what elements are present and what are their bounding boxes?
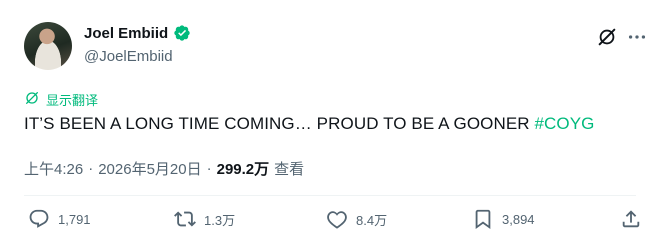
author-name-row: Joel Embiid — [84, 24, 191, 42]
tweet-date[interactable]: 2026年5月20日 — [98, 158, 201, 179]
meta-separator: · — [88, 160, 94, 177]
reply-button[interactable]: 1,791 — [28, 208, 91, 230]
views-count: 299.2万 — [216, 161, 270, 178]
meta-separator: · — [206, 160, 212, 177]
show-translation-label: 显示翻译 — [46, 93, 99, 108]
show-translation-link[interactable]: 显示翻译 — [24, 90, 98, 109]
translate-icon — [24, 90, 40, 109]
retweet-button[interactable]: 1.3万 — [174, 208, 235, 230]
author-name[interactable]: Joel Embiid — [84, 25, 168, 42]
views-label: 查看 — [274, 161, 305, 178]
retweet-icon — [174, 208, 196, 230]
bookmark-count: 3,894 — [502, 211, 535, 227]
reply-count: 1,791 — [58, 211, 91, 227]
tweet-body: IT’S BEEN A LONG TIME COMING… PROUD TO B… — [24, 114, 535, 133]
hashtag-link[interactable]: #COYG — [534, 114, 594, 133]
divider — [24, 195, 636, 196]
heart-icon — [326, 208, 348, 230]
action-bar: 1,791 1.3万 8.4万 3,894 — [24, 208, 644, 238]
more-icon[interactable] — [626, 26, 648, 48]
share-button[interactable] — [620, 208, 642, 230]
author-handle[interactable]: @JoelEmbiid — [84, 48, 173, 65]
retweet-count: 1.3万 — [204, 212, 236, 228]
bookmark-icon — [472, 208, 494, 230]
tweet-meta: 上午4:26 · 2026年5月20日 · 299.2万 查看 — [24, 158, 304, 179]
bookmark-button[interactable]: 3,894 — [472, 208, 535, 230]
tweet-time[interactable]: 上午4:26 — [24, 158, 83, 179]
share-icon — [620, 208, 642, 230]
like-button[interactable]: 8.4万 — [326, 208, 387, 230]
tweet-text: IT’S BEEN A LONG TIME COMING… PROUD TO B… — [24, 114, 595, 134]
grok-icon[interactable] — [596, 26, 618, 48]
verified-badge-icon[interactable] — [173, 24, 191, 42]
reply-icon — [28, 208, 50, 230]
author-avatar[interactable] — [24, 22, 72, 70]
like-count: 8.4万 — [356, 212, 388, 228]
